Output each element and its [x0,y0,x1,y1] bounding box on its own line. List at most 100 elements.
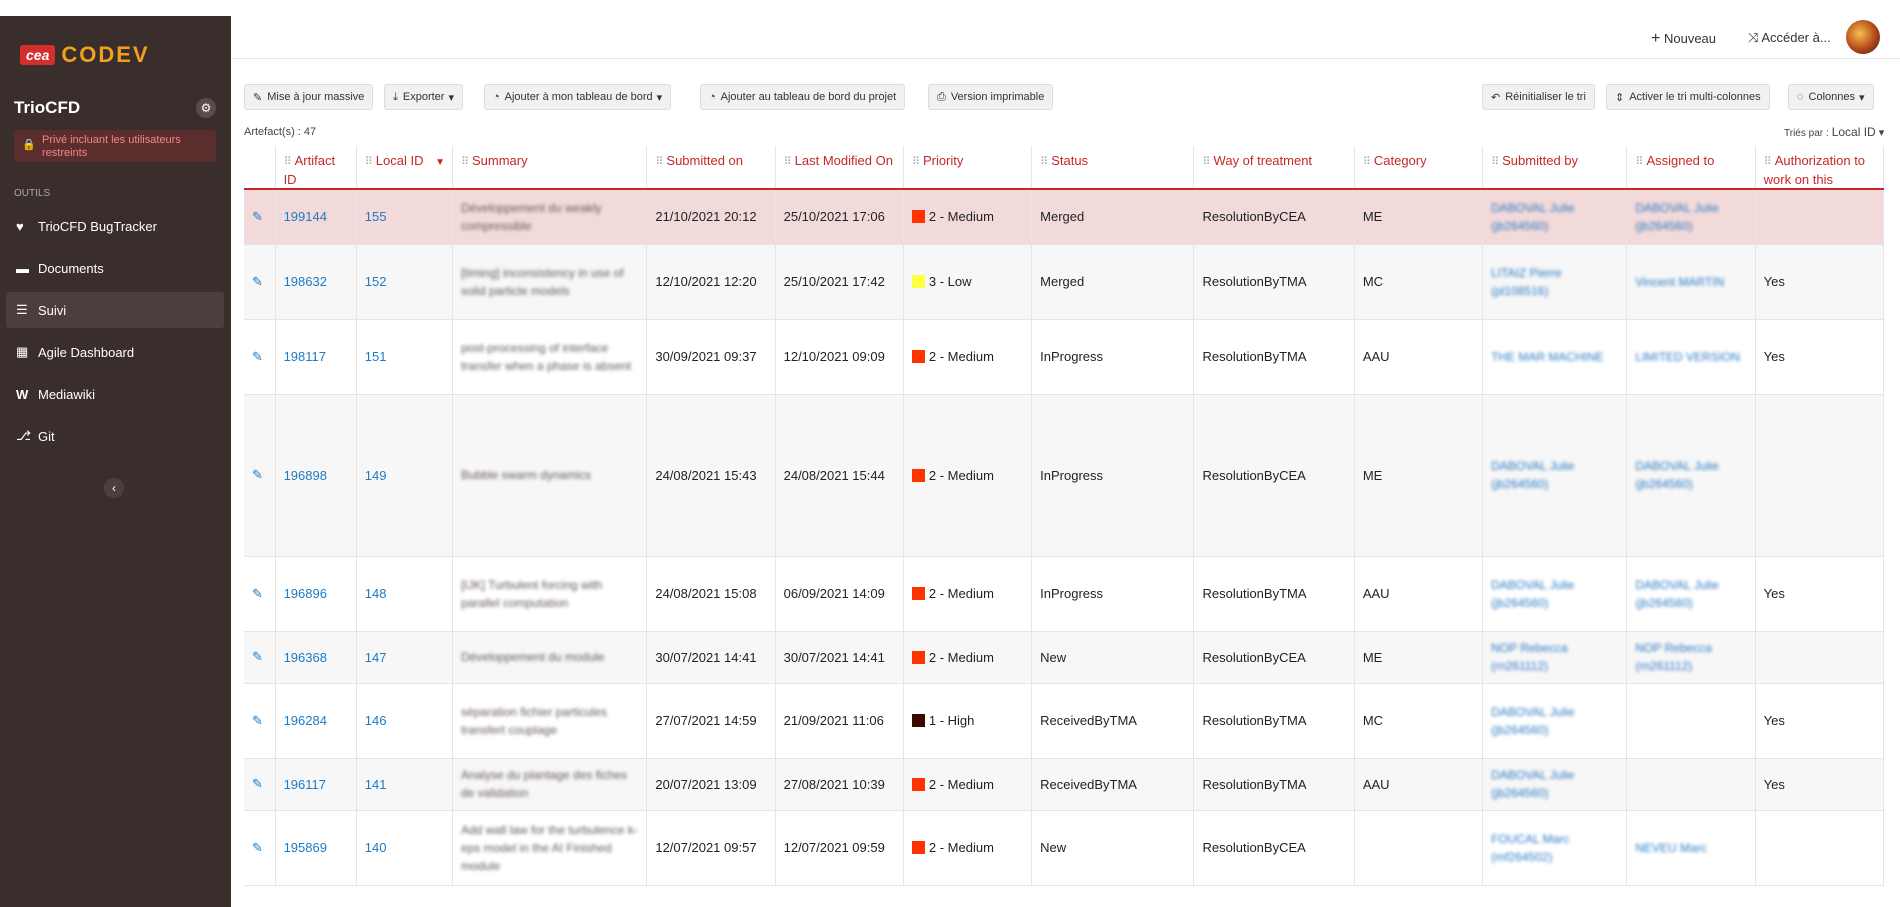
print-version-button[interactable]: ⎙ Version imprimable [928,84,1054,110]
edit-icon[interactable]: ✎ [252,586,263,601]
assigned-to-cell[interactable]: LIMITED VERSION [1626,319,1756,395]
artifact-id-link[interactable]: 195869 [284,840,327,855]
submitted-by-link[interactable]: DABOVAL Julie (jb264560) [1491,576,1618,612]
artifact-id-link[interactable]: 198632 [284,274,327,289]
reset-sort-button[interactable]: ↶ Réinitialiser le tri [1482,84,1595,110]
edit-icon[interactable]: ✎ [252,776,263,791]
col-category[interactable]: ⠿ Category [1354,146,1484,190]
sorted-by[interactable]: Triés par : Local ID ▾ [1784,125,1884,139]
mass-update-button[interactable]: ✎ Mise à jour massive [244,84,374,110]
artifact-id-cell[interactable]: 196284 [275,683,357,759]
col-last-modified[interactable]: ⠿ Last Modified On [775,146,904,190]
assigned-to-cell[interactable]: DABOVAL Julie (jb264560) [1626,394,1756,557]
artifact-id-cell[interactable]: 195869 [275,810,357,886]
col-local-id[interactable]: ⠿ Local ID ▼ [356,146,453,190]
assigned-to-cell[interactable]: NEVEU Marc [1626,810,1756,886]
codev-logo[interactable]: cea CODEV [20,42,150,68]
submitted-by-cell[interactable]: DABOVAL Julie (jb264560) [1482,758,1628,811]
artifact-id-cell[interactable]: 196898 [275,394,357,557]
drag-handle-icon[interactable]: ⠿ [1635,156,1643,168]
col-artifact-id[interactable]: ⠿ Artifact ID [275,146,357,190]
table-row[interactable]: ✎ 198117 151 post-processing of interface t… [244,319,1885,395]
edit-cell[interactable]: ✎ [244,683,276,759]
local-id-cell[interactable]: 148 [356,556,453,632]
local-id-cell[interactable]: 151 [356,319,453,395]
avatar[interactable] [1846,20,1880,54]
table-row[interactable]: ✎ 196117 141 Analyse du plantage des fiches… [244,758,1885,811]
assigned-to-link[interactable]: NEVEU Marc [1635,839,1746,857]
edit-cell[interactable]: ✎ [244,319,276,395]
add-my-dashboard-button[interactable]: ◔ Ajouter à mon tableau de bord ▾ [484,84,672,110]
edit-icon[interactable]: ✎ [252,840,263,855]
edit-cell[interactable]: ✎ [244,394,276,557]
submitted-by-cell[interactable]: NOP Rebecca (rn261112) [1482,631,1628,684]
artifact-id-link[interactable]: 198117 [284,349,326,364]
drag-handle-icon[interactable]: ⠿ [461,156,469,168]
gear-icon[interactable]: ⚙ [196,98,216,118]
new-button[interactable]: + Nouveau [1651,30,1716,48]
submitted-by-link[interactable]: NOP Rebecca (rn261112) [1491,639,1618,675]
local-id-cell[interactable]: 140 [356,810,453,886]
submitted-by-cell[interactable]: DABOVAL Julie (jb264560) [1482,683,1628,759]
local-id-cell[interactable]: 146 [356,683,453,759]
table-row[interactable]: ✎ 196368 147 Développement du module 30/07/2… [244,631,1885,684]
col-assigned-to[interactable]: ⠿ Assigned to [1626,146,1756,190]
table-row[interactable]: ✎ 199144 155 Développement du weakly compre… [244,189,1885,245]
assigned-to-cell[interactable]: Vincent MARTIN [1626,244,1756,320]
goto-button[interactable]: ⤨ Accéder à... [1748,30,1831,46]
drag-handle-icon[interactable]: ⠿ [1491,156,1499,168]
assigned-to-cell[interactable]: DABOVAL Julie (jb264560) [1626,189,1756,245]
drag-handle-icon[interactable]: ⠿ [784,156,792,168]
edit-icon[interactable]: ✎ [252,274,263,289]
local-id-cell[interactable]: 152 [356,244,453,320]
drag-handle-icon[interactable]: ⠿ [284,156,292,168]
col-priority[interactable]: ⠿ Priority [903,146,1033,190]
col-submitted-on[interactable]: ⠿ Submitted on [646,146,776,190]
submitted-by-cell[interactable]: FOUCAL Marc (mf264502) [1482,810,1628,886]
edit-cell[interactable]: ✎ [244,758,276,811]
edit-icon[interactable]: ✎ [252,713,263,728]
drag-handle-icon[interactable]: ⠿ [655,156,663,168]
assigned-to-cell[interactable]: DABOVAL Julie (jb264560) [1626,556,1756,632]
assigned-to-cell[interactable]: NOP Rebecca (rn261112) [1626,631,1756,684]
artifact-id-link[interactable]: 196117 [284,777,326,792]
col-way-of-treatment[interactable]: ⠿ Way of treatment [1193,146,1355,190]
multi-sort-button[interactable]: ⇕ Activer le tri multi-colonnes [1606,84,1770,110]
artifact-id-cell[interactable]: 198117 [275,319,357,395]
col-summary[interactable]: ⠿ Summary [452,146,648,190]
table-row[interactable]: ✎ 195869 140 Add wall law for the turbulenc… [244,810,1885,886]
submitted-by-link[interactable]: DABOVAL Julie (jb264560) [1491,457,1618,493]
submitted-by-cell[interactable]: THE MAR MACHINE [1482,319,1628,395]
edit-cell[interactable]: ✎ [244,631,276,684]
submitted-by-link[interactable]: THE MAR MACHINE [1491,348,1618,366]
drag-handle-icon[interactable]: ⠿ [365,156,373,168]
local-id-link[interactable]: 155 [365,209,387,224]
local-id-cell[interactable]: 141 [356,758,453,811]
sidebar-item-agile-dashboard[interactable]: ▦ Agile Dashboard [6,334,224,370]
sidebar-item-bugtracker[interactable]: ♥ TrioCFD BugTracker [6,208,224,244]
submitted-by-cell[interactable]: DABOVAL Julie (jb264560) [1482,394,1628,557]
edit-icon[interactable]: ✎ [252,649,263,664]
sidebar-item-suivi[interactable]: ☰ Suivi [6,292,224,328]
artifact-id-cell[interactable]: 199144 [275,189,357,245]
assigned-to-cell[interactable] [1626,758,1756,811]
artifact-id-link[interactable]: 196284 [284,713,327,728]
submitted-by-cell[interactable]: DABOVAL Julie (jb264560) [1482,189,1628,245]
artifact-id-link[interactable]: 196368 [284,650,327,665]
drag-handle-icon[interactable]: ⠿ [1363,156,1371,168]
sidebar-item-git[interactable]: ⎇ Git [6,418,224,454]
drag-handle-icon[interactable]: ⠿ [912,156,920,168]
assigned-to-link[interactable]: LIMITED VERSION [1635,348,1746,366]
edit-cell[interactable]: ✎ [244,810,276,886]
col-authorization[interactable]: ⠿ Authorization to work on this [1755,146,1885,190]
project-name[interactable]: TrioCFD [14,98,80,118]
sidebar-item-documents[interactable]: ▬ Documents [6,250,224,286]
local-id-link[interactable]: 151 [365,349,387,364]
assigned-to-cell[interactable] [1626,683,1756,759]
local-id-link[interactable]: 149 [365,468,387,483]
col-status[interactable]: ⠿ Status [1031,146,1195,190]
edit-icon[interactable]: ✎ [252,349,263,364]
local-id-link[interactable]: 147 [365,650,387,665]
artifact-id-cell[interactable]: 196368 [275,631,357,684]
add-project-dashboard-button[interactable]: ◔ Ajouter au tableau de bord du projet [700,84,906,110]
